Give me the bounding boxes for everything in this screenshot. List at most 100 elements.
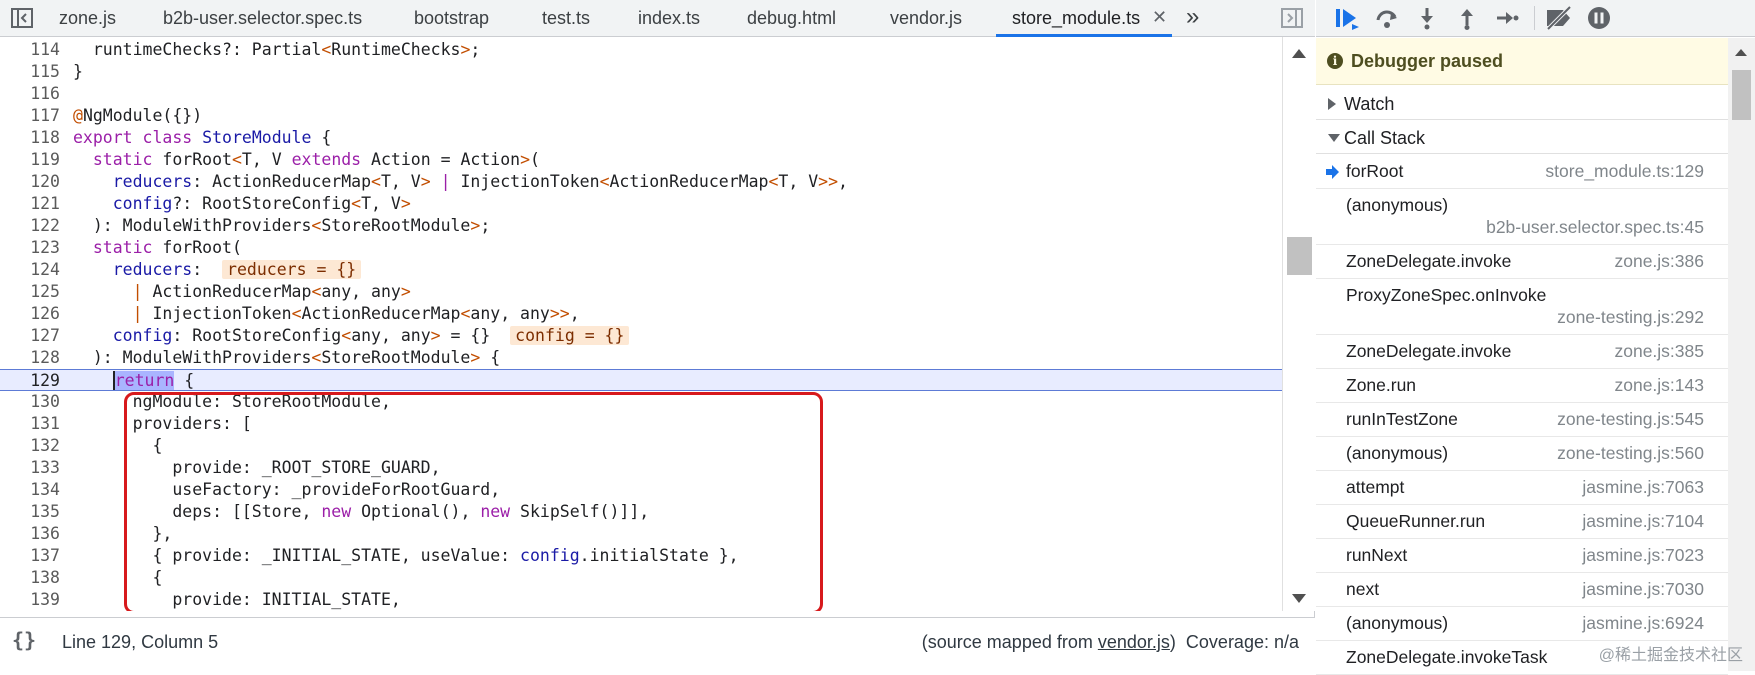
inline-value-reducers: reducers = {} (222, 260, 362, 279)
call-stack-frame[interactable]: ZoneDelegate.invoke zone.js:385 (1316, 335, 1728, 369)
call-stack-frame[interactable]: QueueRunner.run jasmine.js:7104 (1316, 505, 1728, 539)
frame-location[interactable]: b2b-user.selector.spec.ts:45 (1486, 217, 1704, 238)
scrollbar-thumb[interactable] (1732, 70, 1751, 120)
line-number[interactable]: 131 (0, 413, 60, 435)
tab-bootstrap[interactable]: bootstrap (412, 0, 491, 36)
call-stack-frame[interactable]: (anonymous) b2b-user.selector.spec.ts:45 (1316, 189, 1728, 245)
code-line: return { (112, 371, 195, 390)
line-number[interactable]: 135 (0, 501, 60, 523)
line-number[interactable]: 116 (0, 83, 60, 105)
close-tab-icon[interactable]: ✕ (1152, 0, 1167, 34)
sidebar-toggle-icon (11, 8, 33, 28)
callstack-section-header[interactable]: Call Stack (1316, 120, 1728, 154)
tab-b2b-user-selector-spec[interactable]: b2b-user.selector.spec.ts (161, 0, 364, 36)
call-stack-frame[interactable]: ZoneDelegate.invoke zone.js:386 (1316, 245, 1728, 279)
sidebar-collapse-icon (1281, 8, 1303, 28)
line-number[interactable]: 128 (0, 347, 60, 369)
call-stack-frame[interactable]: forRoot store_module.ts:129 (1316, 155, 1728, 189)
resume-button[interactable] (1332, 3, 1362, 33)
line-number[interactable]: 120 (0, 171, 60, 193)
more-tabs-icon[interactable]: » (1186, 0, 1199, 34)
code-line: export class StoreModule { (73, 128, 332, 147)
frame-function-name: Zone.run (1346, 375, 1417, 395)
frame-location[interactable]: zone-testing.js:545 (1557, 409, 1704, 430)
frame-location[interactable]: zone.js:386 (1614, 251, 1704, 272)
cursor-position: Line 129, Column 5 (62, 632, 219, 652)
deactivate-breakpoints-button[interactable] (1544, 3, 1574, 33)
source-map-suffix: ) (1169, 632, 1176, 652)
toggle-debugger-button[interactable] (1276, 0, 1308, 36)
step-button[interactable] (1492, 3, 1522, 33)
line-number[interactable]: 129 (0, 370, 60, 392)
scroll-up-arrow-icon[interactable] (1735, 49, 1747, 56)
line-number[interactable]: 134 (0, 479, 60, 501)
call-stack-frame[interactable]: attempt jasmine.js:7063 (1316, 471, 1728, 505)
frame-location[interactable]: jasmine.js:7030 (1582, 579, 1704, 600)
scroll-down-arrow-icon[interactable] (1292, 594, 1306, 603)
frame-location[interactable]: zone-testing.js:292 (1557, 307, 1704, 328)
frame-location[interactable]: zone.js:143 (1614, 375, 1704, 396)
scroll-up-arrow-icon[interactable] (1292, 49, 1306, 58)
tab-store-module-ts[interactable]: store_module.ts (995, 0, 1173, 37)
line-number[interactable]: 121 (0, 193, 60, 215)
frame-location[interactable]: store_module.ts:129 (1545, 161, 1704, 182)
code-line: | InjectionToken<ActionReducerMap<any, a… (132, 304, 580, 323)
line-number[interactable]: 139 (0, 589, 60, 611)
frame-location[interactable]: zone.js:385 (1614, 341, 1704, 362)
tab-index-ts[interactable]: index.ts (636, 0, 702, 36)
step-into-button[interactable] (1412, 3, 1442, 33)
step-icon (1497, 12, 1519, 24)
frame-location[interactable]: jasmine.js:6924 (1582, 613, 1704, 634)
frame-location[interactable]: jasmine.js:7104 (1582, 511, 1704, 532)
call-stack-frame[interactable]: runInTestZone zone-testing.js:545 (1316, 403, 1728, 437)
call-stack-frame[interactable]: next jasmine.js:7030 (1316, 573, 1728, 607)
code-editor[interactable]: 114 runtimeChecks?: Partial<RuntimeCheck… (0, 37, 1282, 611)
debugger-toolbar (1316, 0, 1755, 37)
call-stack-frame[interactable]: (anonymous) zone-testing.js:560 (1316, 437, 1728, 471)
step-over-button[interactable] (1372, 3, 1402, 33)
line-number[interactable]: 126 (0, 303, 60, 325)
line-number[interactable]: 132 (0, 435, 60, 457)
editor-scrollbar[interactable] (1282, 37, 1315, 611)
pause-on-exceptions-button[interactable] (1584, 3, 1614, 33)
frame-function-name: runNext (1346, 545, 1408, 565)
tab-debug-html[interactable]: debug.html (745, 0, 838, 36)
scrollbar-thumb[interactable] (1287, 237, 1312, 275)
line-number[interactable]: 118 (0, 127, 60, 149)
call-stack-frame[interactable]: (anonymous) jasmine.js:6924 (1316, 607, 1728, 641)
line-number[interactable]: 130 (0, 391, 60, 413)
toggle-navigator-button[interactable] (6, 0, 38, 36)
current-frame-arrow-icon (1326, 165, 1339, 179)
line-number[interactable]: 123 (0, 237, 60, 259)
resume-icon (1336, 9, 1359, 30)
line-number[interactable]: 115 (0, 61, 60, 83)
tab-zone-js[interactable]: zone.js (57, 0, 118, 36)
line-number[interactable]: 133 (0, 457, 60, 479)
pretty-print-button[interactable]: {} (12, 628, 36, 652)
line-number[interactable]: 136 (0, 523, 60, 545)
line-number[interactable]: 122 (0, 215, 60, 237)
frame-location[interactable]: zone-testing.js:560 (1557, 443, 1704, 464)
watermark: @稀土掘金技术社区 (1598, 647, 1743, 664)
frame-function-name: ProxyZoneSpec.onInvoke (1346, 285, 1547, 305)
line-number[interactable]: 137 (0, 545, 60, 567)
sidebar-scrollbar[interactable] (1728, 38, 1755, 671)
call-stack-frame[interactable]: runNext jasmine.js:7023 (1316, 539, 1728, 573)
source-map-link[interactable]: vendor.js (1098, 632, 1170, 652)
tab-test-ts[interactable]: test.ts (540, 0, 592, 36)
line-number[interactable]: 138 (0, 567, 60, 589)
call-stack-frame[interactable]: ProxyZoneSpec.onInvoke zone-testing.js:29… (1316, 279, 1728, 335)
line-number[interactable]: 114 (0, 39, 60, 61)
call-stack-frame[interactable]: Zone.run zone.js:143 (1316, 369, 1728, 403)
frame-location[interactable]: jasmine.js:7063 (1582, 477, 1704, 498)
line-number[interactable]: 119 (0, 149, 60, 171)
watch-section-header[interactable]: Watch (1316, 86, 1728, 120)
tab-vendor-js[interactable]: vendor.js (888, 0, 964, 36)
inline-value-config: config = {} (510, 326, 630, 345)
line-number[interactable]: 124 (0, 259, 60, 281)
frame-location[interactable]: jasmine.js:7023 (1582, 545, 1704, 566)
line-number[interactable]: 127 (0, 325, 60, 347)
step-out-button[interactable] (1452, 3, 1482, 33)
line-number[interactable]: 125 (0, 281, 60, 303)
line-number[interactable]: 117 (0, 105, 60, 127)
